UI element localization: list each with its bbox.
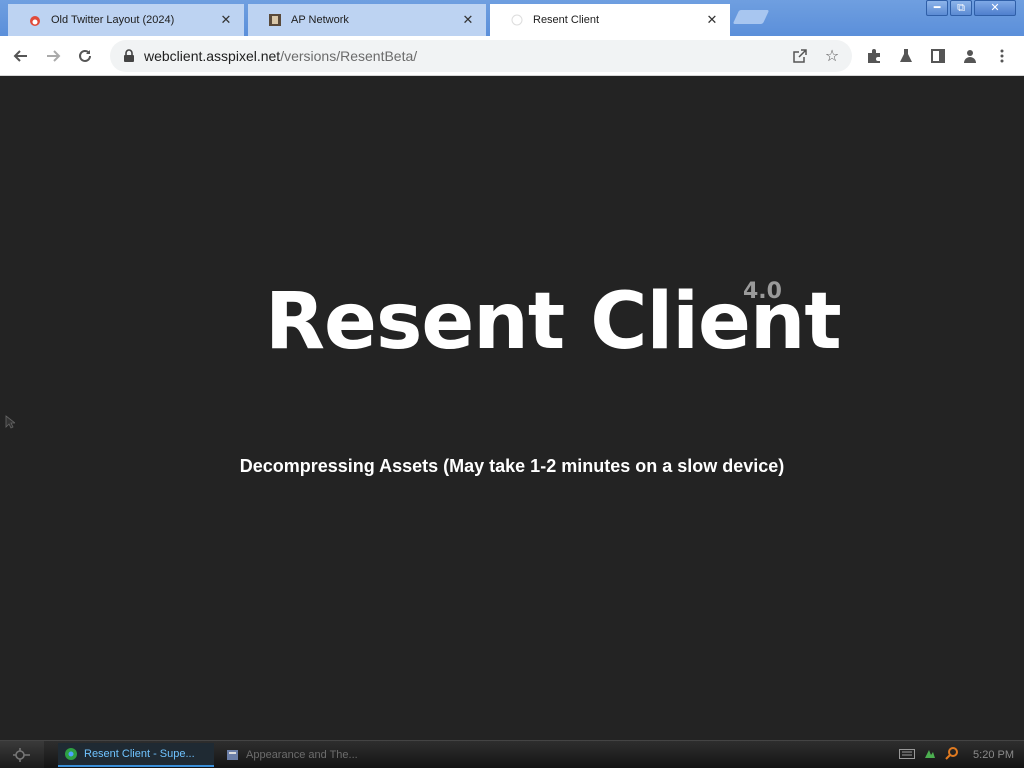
system-tray: 5:20 PM bbox=[899, 741, 1014, 768]
reload-icon[interactable] bbox=[72, 43, 98, 69]
tab-label: Resent Client bbox=[533, 14, 600, 26]
lock-icon[interactable] bbox=[122, 49, 136, 63]
close-tab-icon[interactable]: ✕ bbox=[460, 12, 476, 28]
control-panel-icon bbox=[226, 748, 240, 762]
browser-titlebar: Old Twitter Layout (2024) ✕ AP Network ✕… bbox=[0, 0, 1024, 36]
page-content: Resent Client 4.0 Decompressing Assets (… bbox=[0, 77, 1024, 740]
back-arrow-icon[interactable] bbox=[8, 43, 34, 69]
taskbar-item-appearance[interactable]: Appearance and The... bbox=[220, 743, 380, 767]
bookmark-star-icon[interactable]: ☆ bbox=[820, 44, 844, 68]
side-panel-icon[interactable] bbox=[925, 43, 951, 69]
url-text: webclient.asspixel.net/versions/ResentBe… bbox=[144, 48, 417, 64]
mouse-cursor-icon bbox=[5, 415, 17, 434]
old-twitter-favicon-icon bbox=[28, 13, 42, 27]
window-controls: ━ ⧉ ✕ bbox=[926, 0, 1016, 16]
close-tab-icon[interactable]: ✕ bbox=[218, 12, 234, 28]
clock[interactable]: 5:20 PM bbox=[973, 749, 1014, 761]
minimize-icon[interactable]: ━ bbox=[926, 0, 948, 16]
network-icon[interactable] bbox=[923, 746, 937, 765]
url-path: /versions/ResentBeta/ bbox=[280, 48, 418, 64]
share-icon[interactable] bbox=[788, 44, 812, 68]
labs-flask-icon[interactable] bbox=[893, 43, 919, 69]
close-window-icon[interactable]: ✕ bbox=[974, 0, 1016, 16]
close-tab-icon[interactable]: ✕ bbox=[704, 12, 720, 28]
os-taskbar: Resent Client - Supe... Appearance and T… bbox=[0, 740, 1024, 768]
restore-icon[interactable]: ⧉ bbox=[950, 0, 972, 16]
search-icon[interactable] bbox=[945, 746, 959, 765]
tab-old-twitter-layout[interactable]: Old Twitter Layout (2024) ✕ bbox=[8, 4, 244, 36]
new-tab-button[interactable] bbox=[732, 10, 770, 24]
chrome-icon bbox=[64, 747, 78, 761]
loading-status: Decompressing Assets (May take 1-2 minut… bbox=[239, 456, 785, 476]
taskbar-item-resent-client[interactable]: Resent Client - Supe... bbox=[58, 743, 214, 767]
start-menu-icon bbox=[13, 748, 30, 762]
tab-label: AP Network bbox=[291, 14, 349, 26]
extensions-puzzle-icon[interactable] bbox=[861, 43, 887, 69]
tab-ap-network[interactable]: AP Network ✕ bbox=[248, 4, 486, 36]
taskbar-item-label: Appearance and The... bbox=[246, 749, 358, 761]
start-button[interactable] bbox=[0, 741, 44, 768]
resent-client-favicon-icon bbox=[510, 13, 524, 27]
forward-arrow-icon[interactable] bbox=[40, 43, 66, 69]
profile-avatar-icon[interactable] bbox=[957, 43, 983, 69]
keyboard-icon[interactable] bbox=[899, 746, 916, 764]
browser-toolbar: webclient.asspixel.net/versions/ResentBe… bbox=[0, 36, 1024, 76]
version-badge: 4.0 bbox=[743, 279, 782, 304]
resent-client-logo: Resent Client 4.0 bbox=[265, 277, 842, 367]
taskbar-item-label: Resent Client - Supe... bbox=[84, 748, 195, 760]
tab-label: Old Twitter Layout (2024) bbox=[51, 14, 175, 26]
address-bar[interactable]: webclient.asspixel.net/versions/ResentBe… bbox=[110, 40, 852, 72]
url-host: webclient.asspixel.net bbox=[144, 48, 281, 64]
tab-resent-client[interactable]: Resent Client ✕ bbox=[490, 4, 730, 36]
menu-kebab-icon[interactable] bbox=[989, 43, 1015, 69]
ap-network-favicon-icon bbox=[268, 13, 282, 27]
